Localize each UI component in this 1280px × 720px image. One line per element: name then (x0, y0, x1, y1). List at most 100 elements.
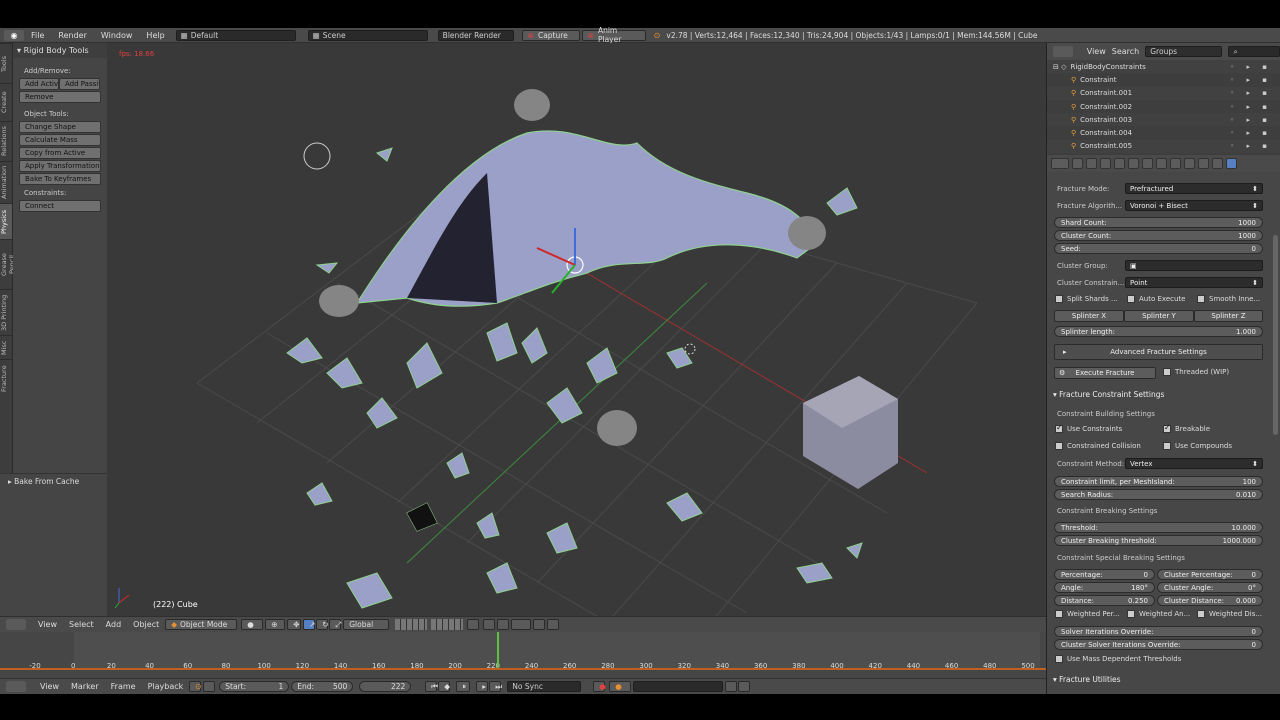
pause-button[interactable]: ⏸ (456, 681, 471, 692)
cylinder-falling[interactable] (597, 410, 637, 446)
solver-iterations-field[interactable]: Solver Iterations Override: 0 (1054, 626, 1263, 637)
outliner-search-field[interactable]: ⌕ (1228, 46, 1280, 57)
mass-dependent-checkbox[interactable]: Use Mass Dependent Thresholds (1055, 655, 1181, 663)
jump-start-button[interactable]: ⏮ (425, 681, 438, 692)
data-tab-icon[interactable] (1170, 158, 1181, 169)
keying-set-icon[interactable]: ● (609, 681, 632, 692)
constrained-collision-checkbox[interactable]: Constrained Collision (1055, 442, 1141, 450)
outliner-row[interactable]: ⚲ Constraint ◦ ▸ ▪ (1047, 73, 1280, 86)
anim-player-button[interactable]: ⊗ Anim Player (581, 26, 646, 44)
menu-render[interactable]: Render (51, 31, 93, 40)
physics-tab-icon[interactable] (1226, 158, 1237, 169)
cluster-threshold-field[interactable]: Cluster Breaking threshold: 1000.000 (1054, 535, 1263, 546)
seed-field[interactable]: Seed: 0 (1054, 243, 1263, 254)
start-frame-field[interactable]: Start: 1 (219, 681, 290, 692)
cluster-count-field[interactable]: Cluster Count: 1000 (1054, 230, 1263, 241)
outliner-row[interactable]: ⚲ Constraint.002 ◦ ▸ ▪ (1047, 100, 1280, 113)
use-constraints-checkbox[interactable]: Use Constraints (1055, 423, 1122, 433)
visibility-icons[interactable]: ◦ ▸ ▪ (1230, 142, 1272, 150)
menu-view[interactable]: View (32, 620, 63, 629)
texture-tab-icon[interactable] (1198, 158, 1209, 169)
threshold-field[interactable]: Threshold: 10.000 (1054, 522, 1263, 533)
copy-from-active-button[interactable]: Copy from Active (19, 147, 101, 159)
menu-window[interactable]: Window (94, 31, 140, 40)
visibility-icons[interactable]: ◦ ▸ ▪ (1230, 76, 1272, 84)
constraint-method-select[interactable]: Vertex ⬍ (1125, 458, 1263, 469)
cluster-constraint-select[interactable]: Point ⬍ (1125, 277, 1263, 288)
visibility-icons[interactable]: ◦ ▸ ▪ (1230, 116, 1272, 124)
threaded-checkbox[interactable]: Threaded (WIP) (1163, 368, 1229, 376)
remove-button[interactable]: Remove (19, 91, 101, 103)
calculate-mass-button[interactable]: Calculate Mass (19, 134, 101, 146)
lamp-object[interactable] (303, 142, 331, 170)
3d-cursor-icon[interactable] (684, 343, 696, 355)
tab-tools[interactable]: Tools (0, 43, 12, 83)
tab-fracture[interactable]: Fracture (0, 359, 12, 397)
add-active-button[interactable]: Add Activ (19, 78, 59, 90)
editor-type-icon[interactable] (1051, 158, 1069, 169)
menu-search[interactable]: Search (1112, 47, 1139, 56)
menu-playback[interactable]: Playback (142, 682, 190, 691)
tab-grease-pencil[interactable]: Grease Pencil (0, 239, 16, 289)
fracture-algorithm-select[interactable]: Voronoi + Bisect ⬍ (1125, 200, 1263, 211)
menu-add[interactable]: Add (100, 620, 128, 629)
visibility-icons[interactable]: ◦ ▸ ▪ (1230, 89, 1272, 97)
shard-count-field[interactable]: Shard Count: 1000 (1054, 217, 1263, 228)
pivot-selector[interactable]: ⊕ (265, 619, 286, 630)
constraint-limit-field[interactable]: Constraint limit, per MeshIsland: 100 (1054, 476, 1263, 487)
delete-key-icon[interactable] (738, 681, 751, 692)
layout-selector[interactable]: ▦ Default (175, 29, 296, 41)
sync-selector[interactable]: No Sync (507, 681, 582, 692)
record-key-icon[interactable]: ⊙ (189, 681, 202, 692)
execute-fracture-button[interactable]: ⚙ Execute Fracture (1054, 367, 1156, 379)
scene-tab-icon[interactable] (1100, 158, 1111, 169)
display-mode-select[interactable]: Groups (1145, 46, 1223, 57)
connect-button[interactable]: Connect (19, 200, 101, 212)
jump-keyframe-fwd-button[interactable]: ▸ (476, 681, 489, 692)
capture-button[interactable]: ⊗ Capture (521, 29, 580, 41)
rigid-body-tools-header[interactable]: ▾ Rigid Body Tools (13, 43, 107, 58)
constraint-settings-header[interactable]: ▾ Fracture Constraint Settings (1053, 390, 1164, 399)
manipulator-toggle[interactable]: ✥ (287, 619, 302, 630)
world-tab-icon[interactable] (1114, 158, 1125, 169)
tab-create[interactable]: Create (0, 83, 12, 121)
tab-misc[interactable]: Misc (0, 335, 12, 359)
blender-logo-icon[interactable]: ◉ (4, 29, 24, 41)
splinter-x-button[interactable]: Splinter X (1054, 310, 1124, 322)
angle-field[interactable]: Angle: 180° (1054, 582, 1155, 593)
visibility-icons[interactable]: ◦ ▸ ▪ (1230, 63, 1272, 71)
change-shape-button[interactable]: Change Shape (19, 121, 101, 133)
splinter-length-field[interactable]: Splinter length: 1.000 (1054, 326, 1263, 337)
render-layers-tab-icon[interactable] (1086, 158, 1097, 169)
menu-file[interactable]: File (24, 31, 51, 40)
cylinder-left[interactable] (319, 285, 359, 317)
cylinder-top[interactable] (514, 89, 550, 121)
snap-target-icon[interactable] (511, 619, 532, 630)
mode-selector[interactable]: ◆ Object Mode (165, 619, 238, 630)
material-tab-icon[interactable] (1184, 158, 1195, 169)
outliner-row[interactable]: ⚲ Constraint.005 ◦ ▸ ▪ (1047, 139, 1280, 154)
tab-animation[interactable]: Animation (0, 161, 12, 203)
tab-relations[interactable]: Relations (0, 121, 12, 161)
apply-transformation-button[interactable]: Apply Transformation (19, 160, 101, 172)
timeline[interactable]: -20 0 20 40 60 80 100 120 140 160 180 200 220 240 260 2… (0, 632, 1046, 678)
render-preview-icon[interactable] (483, 619, 496, 630)
layer-grid-1[interactable] (395, 619, 428, 630)
splinter-y-button[interactable]: Splinter Y (1124, 310, 1194, 322)
insert-key-icon[interactable] (725, 681, 738, 692)
weighted-angle-checkbox[interactable]: Weighted An... (1127, 610, 1190, 618)
smooth-inner-checkbox[interactable]: Smooth Inne... (1197, 295, 1260, 303)
menu-view[interactable]: View (34, 682, 65, 691)
particles-tab-icon[interactable] (1212, 158, 1223, 169)
splinter-z-button[interactable]: Splinter Z (1194, 310, 1263, 322)
scene-selector[interactable]: ▦ Scene (307, 29, 428, 41)
visibility-icons[interactable]: ◦ ▸ ▪ (1230, 129, 1272, 137)
current-frame-marker[interactable] (497, 632, 499, 668)
orientation-selector[interactable]: Global (343, 619, 390, 630)
auto-key-icon[interactable]: ● (593, 681, 606, 692)
properties-scrollbar[interactable] (1273, 235, 1278, 435)
jump-end-button[interactable]: ⏭ (489, 681, 502, 692)
keying-set-field[interactable] (633, 681, 724, 692)
object-tab-icon[interactable] (1128, 158, 1139, 169)
fracture-mode-select[interactable]: Prefractured ⬍ (1125, 183, 1263, 194)
